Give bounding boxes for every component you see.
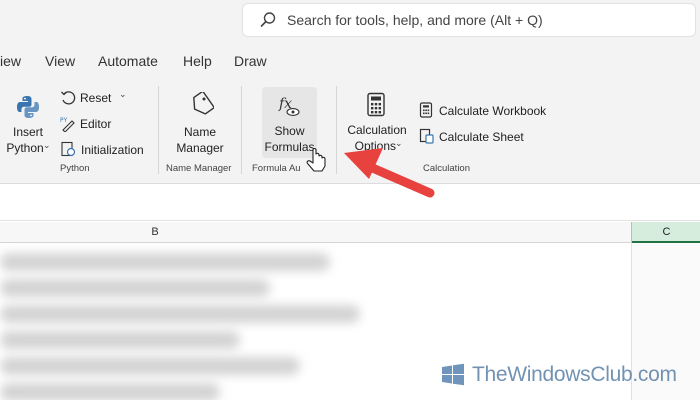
annotation-overlay <box>306 147 435 198</box>
red-arrow-icon <box>344 148 435 198</box>
hand-cursor-icon <box>306 147 326 172</box>
